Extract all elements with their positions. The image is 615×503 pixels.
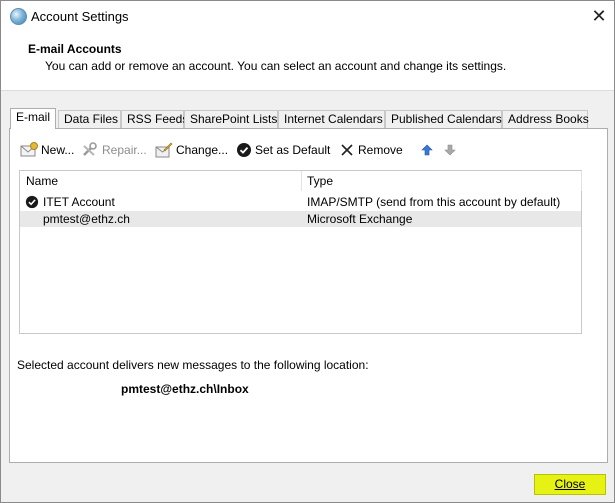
account-row[interactable]: pmtest@ethz.ch Microsoft Exchange bbox=[20, 211, 581, 227]
repair-icon bbox=[83, 142, 97, 156]
list-header: Name Type bbox=[20, 171, 582, 191]
close-icon[interactable]: ✕ bbox=[585, 5, 613, 27]
repair-button-label: Repair... bbox=[102, 143, 147, 157]
remove-icon bbox=[341, 144, 353, 156]
accounts-list[interactable]: Name Type ITET Account IMAP/SMTP (send f… bbox=[19, 170, 582, 334]
header-section: E-mail Accounts You can add or remove an… bbox=[1, 32, 614, 91]
new-mail-icon bbox=[20, 142, 38, 157]
checkmark-icon bbox=[237, 143, 251, 157]
default-account-check-icon bbox=[25, 195, 39, 209]
delivery-location-path: pmtest@ethz.ch\Inbox bbox=[121, 382, 249, 396]
change-button-label: Change... bbox=[176, 143, 229, 157]
section-description: You can add or remove an account. You ca… bbox=[45, 59, 507, 73]
account-type: Microsoft Exchange bbox=[307, 212, 413, 226]
remove-button-label: Remove bbox=[358, 143, 403, 157]
globe-icon bbox=[10, 8, 27, 25]
arrow-up-icon bbox=[421, 144, 433, 156]
email-tab-panel: New... Repair... Change... Set as Defaul… bbox=[9, 128, 608, 463]
column-header-type[interactable]: Type bbox=[307, 171, 333, 191]
account-row[interactable]: ITET Account IMAP/SMTP (send from this a… bbox=[20, 194, 581, 210]
change-button[interactable]: Change... bbox=[155, 140, 228, 160]
tab-internet-calendars[interactable]: Internet Calendars bbox=[278, 110, 385, 128]
set-default-button-label: Set as Default bbox=[255, 143, 331, 157]
section-title: E-mail Accounts bbox=[28, 42, 122, 56]
move-up-button[interactable] bbox=[421, 140, 436, 160]
account-type: IMAP/SMTP (send from this account by def… bbox=[307, 195, 561, 209]
set-default-button[interactable]: Set as Default bbox=[236, 140, 330, 160]
close-button[interactable]: Close bbox=[534, 474, 606, 495]
tab-data-files[interactable]: Data Files bbox=[58, 110, 121, 128]
new-button-label: New... bbox=[41, 143, 75, 157]
account-name: ITET Account bbox=[43, 195, 115, 209]
repair-button[interactable]: Repair... bbox=[81, 140, 147, 160]
column-divider[interactable] bbox=[301, 171, 302, 191]
account-name: pmtest@ethz.ch bbox=[43, 212, 130, 226]
close-button-label: Close bbox=[554, 477, 586, 491]
delivery-location-label: Selected account delivers new messages t… bbox=[17, 358, 369, 372]
tab-email[interactable]: E-mail bbox=[10, 108, 56, 129]
title-bar: Account Settings ✕ bbox=[1, 1, 614, 32]
window-title: Account Settings bbox=[31, 9, 129, 24]
change-icon bbox=[155, 142, 173, 158]
move-down-button[interactable] bbox=[444, 140, 459, 160]
column-divider[interactable] bbox=[581, 171, 582, 191]
new-button[interactable]: New... bbox=[20, 140, 74, 160]
tab-published-calendars[interactable]: Published Calendars bbox=[385, 110, 502, 128]
account-settings-window: Account Settings ✕ E-mail Accounts You c… bbox=[0, 0, 615, 503]
tab-rss-feeds[interactable]: RSS Feeds bbox=[121, 110, 188, 128]
remove-button[interactable]: Remove bbox=[339, 140, 403, 160]
arrow-down-icon bbox=[444, 144, 456, 156]
tab-address-books[interactable]: Address Books bbox=[502, 110, 589, 128]
tab-sharepoint-lists[interactable]: SharePoint Lists bbox=[184, 110, 278, 128]
column-header-name[interactable]: Name bbox=[26, 171, 58, 191]
